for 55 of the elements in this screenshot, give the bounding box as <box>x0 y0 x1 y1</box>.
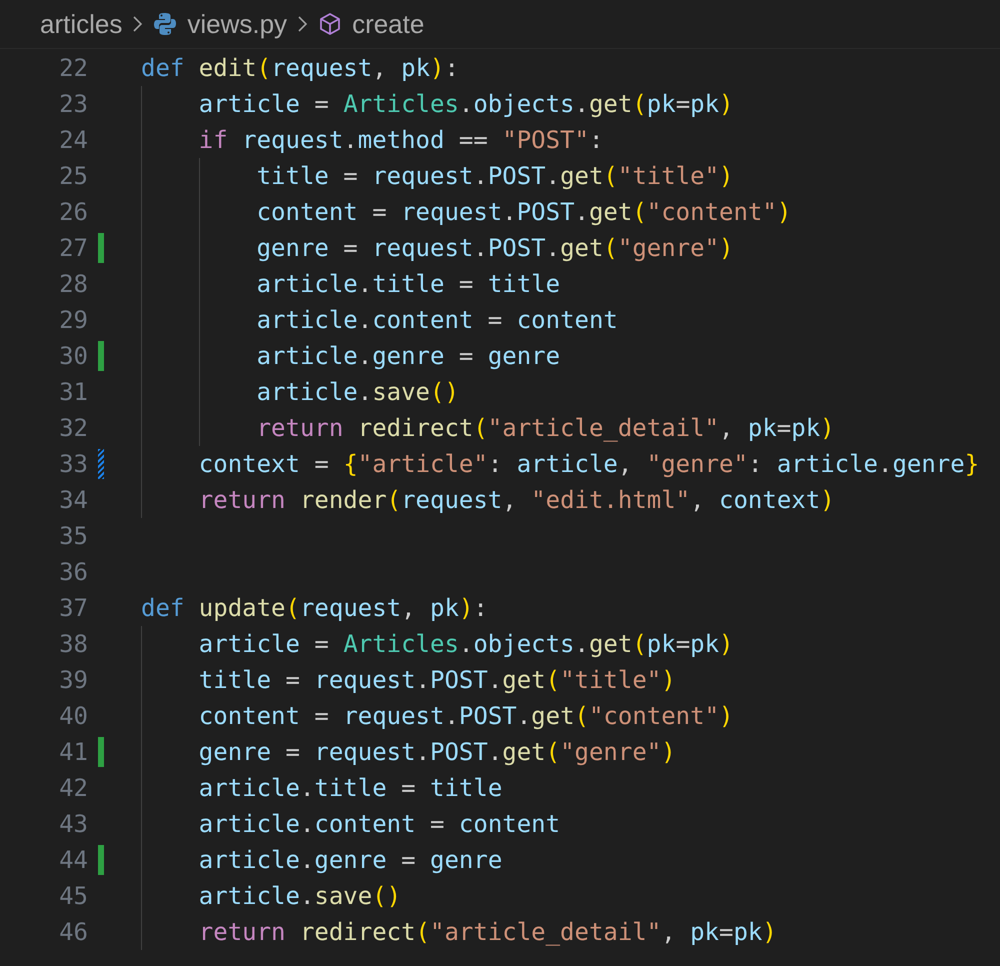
line-number: 37 <box>58 593 88 624</box>
chevron-right-icon <box>297 15 308 33</box>
code-line: content = request.POST.get("content") <box>256 197 792 228</box>
line-number: 26 <box>58 197 88 228</box>
line-number: 45 <box>58 881 88 912</box>
line-number: 22 <box>58 53 88 84</box>
line-number: 40 <box>58 701 88 732</box>
code-line: title = request.POST.get("title") <box>198 665 676 696</box>
code-line: article.title = title <box>256 269 560 300</box>
code-line: article.content = content <box>256 305 618 336</box>
line-number: 39 <box>58 665 88 696</box>
code-line: article.title = title <box>198 773 502 804</box>
code-line: return redirect("article_detail", pk=pk) <box>198 917 777 948</box>
code-line: article = Articles.objects.get(pk=pk) <box>198 629 734 660</box>
line-number: 25 <box>58 161 88 192</box>
line-number: 30 <box>58 341 88 372</box>
code-line: if request.method == "POST": <box>198 125 604 156</box>
code-line: def edit(request, pk): <box>141 53 459 84</box>
line-number: 44 <box>58 845 88 876</box>
code-line: content = request.POST.get("content") <box>198 701 734 732</box>
line-number: 24 <box>58 125 88 156</box>
line-number: 32 <box>58 413 88 444</box>
code-line: context = {"article": article, "genre": article.genre} <box>198 449 980 480</box>
code-line: article.genre = genre <box>256 341 560 372</box>
line-number: 41 <box>58 737 88 768</box>
code-line: article.save() <box>198 881 402 912</box>
line-number: 23 <box>58 89 88 120</box>
code-line: return redirect("article_detail", pk=pk) <box>256 413 835 444</box>
code-line: title = request.POST.get("title") <box>256 161 734 192</box>
line-number: 38 <box>58 629 88 660</box>
line-number: 36 <box>58 557 88 588</box>
line-number: 29 <box>58 305 88 336</box>
code-line: genre = request.POST.get("genre") <box>198 737 676 768</box>
breadcrumb-item[interactable]: articles <box>40 8 122 40</box>
code-line: article.content = content <box>198 809 560 840</box>
line-number: 27 <box>58 233 88 264</box>
code-line: article = Articles.objects.get(pk=pk) <box>198 89 734 120</box>
code-line: return render(request, "edit.html", context) <box>198 485 835 516</box>
breadcrumb-item[interactable]: create <box>352 8 424 40</box>
line-number: 28 <box>58 269 88 300</box>
python-logo-icon <box>153 12 178 36</box>
code-line: article.genre = genre <box>198 845 502 876</box>
code-line: def update(request, pk): <box>141 593 488 624</box>
line-number: 34 <box>58 485 88 516</box>
code-line: genre = request.POST.get("genre") <box>256 233 734 264</box>
code-line: article.save() <box>256 377 459 408</box>
line-number: 42 <box>58 773 88 804</box>
chevron-right-icon <box>132 15 144 33</box>
cube-icon <box>318 12 342 36</box>
breadcrumb-item[interactable]: views.py <box>187 8 288 40</box>
line-number: 31 <box>58 377 88 408</box>
line-number: 35 <box>58 521 88 552</box>
line-number: 46 <box>58 917 88 948</box>
line-number: 43 <box>58 809 88 840</box>
line-number: 33 <box>58 449 88 480</box>
